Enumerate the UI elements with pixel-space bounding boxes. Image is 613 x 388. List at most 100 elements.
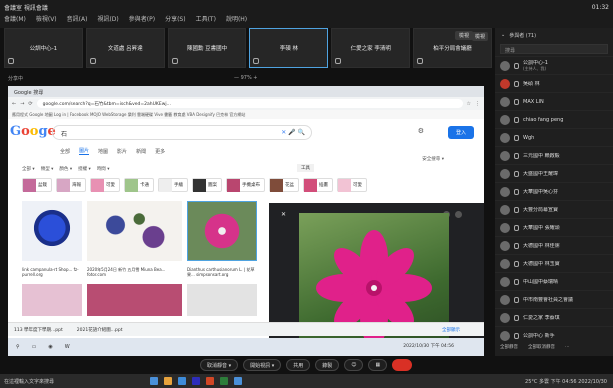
clock: 01:32 — [591, 4, 609, 11]
avatar — [500, 312, 510, 323]
google-logo[interactable]: Googe — [10, 124, 56, 139]
reload-icon[interactable]: ⟳ — [28, 101, 32, 107]
reactions-button[interactable]: ☺ — [344, 359, 364, 371]
end-meeting-button[interactable] — [392, 359, 413, 371]
apps-button[interactable]: ▦ — [368, 359, 388, 371]
search-query: 石 — [61, 131, 68, 138]
avatar — [500, 204, 510, 215]
search-tabs: 全部 圖片 地圖 影片 新聞 更多 — [8, 145, 484, 157]
app-icon[interactable] — [220, 377, 228, 385]
participants-panel: 檢視 ⌄ 參與者 (71) 搜尋 公訓中心-1 (主持人、我) 吳碩 林 MAX … — [455, 28, 613, 356]
avatar — [500, 294, 510, 305]
google-search-input[interactable]: 石 ✕ 🎤 🔍 — [52, 125, 312, 140]
tab-more[interactable]: 更多 — [155, 148, 165, 155]
tile-name: 柏平分局會議廳 — [433, 46, 472, 52]
tab-all[interactable]: 全部 — [60, 148, 70, 155]
mic-icon — [514, 62, 519, 69]
search-icons[interactable]: ✕ 🎤 🔍 — [281, 129, 305, 136]
system-tray[interactable]: 25°C 多雲 下午 04:56 2022/10/30 — [525, 378, 607, 385]
participant-row[interactable]: 三元國中 賴啟毅 — [495, 146, 613, 164]
menu-bar: 會議(M) 檢視(V) 音訊(A) 視訊(D) 參與者(P) 分享(S) 工具(… — [4, 14, 247, 23]
menu-share[interactable]: 分享(S) — [165, 14, 186, 23]
record-button[interactable]: 錄製 — [315, 359, 340, 371]
menu-tools[interactable]: 工具(T) — [196, 14, 216, 23]
avatar — [500, 186, 510, 197]
mic-icon — [514, 314, 519, 321]
participant-row[interactable]: 大德國中 林佳霈 — [495, 236, 613, 254]
participants-title: 參與者 (71) — [509, 32, 537, 39]
taskbar-search[interactable]: 在這裡輸入文字來搜尋 — [4, 378, 54, 385]
browser-tab[interactable]: Google 搜尋 — [8, 86, 484, 97]
tab-maps[interactable]: 地圖 — [98, 148, 108, 155]
view-button[interactable]: 檢視 — [471, 32, 488, 41]
video-tile[interactable]: 柏平分局會議廳 檢視 — [413, 28, 492, 68]
menu-help[interactable]: 說明(H) — [226, 14, 247, 23]
bookmarks-bar[interactable]: 應用程式 Google 地圖 Log in | Facebook MOJO We… — [8, 110, 484, 119]
app-icon[interactable] — [192, 377, 200, 385]
mic-icon — [514, 152, 519, 159]
participant-row[interactable]: 大豐分局幕宣寶 — [495, 200, 613, 218]
app-icon[interactable] — [164, 377, 172, 385]
tab-news[interactable]: 新聞 — [136, 148, 146, 155]
zoom-level[interactable]: — 97% + — [234, 75, 257, 81]
participant-row[interactable]: 中山國中蔡瑞晴 — [495, 272, 613, 290]
app-icon[interactable] — [206, 377, 214, 385]
extension-icon[interactable]: ⋮ — [475, 101, 480, 107]
participant-row[interactable]: chiao fang peng — [495, 110, 613, 128]
participant-row[interactable]: 公訓中心-1 (主持人、我) — [495, 56, 613, 74]
participant-row[interactable]: Wgh — [495, 128, 613, 146]
video-tile[interactable]: 仁愛之家 李清明 — [331, 28, 411, 68]
app-icon[interactable] — [150, 377, 158, 385]
unmute-all-button[interactable]: 全部取消靜音 — [528, 344, 555, 350]
video-tile[interactable]: 公訓中心-1 — [4, 28, 83, 68]
menu-participants[interactable]: 參與者(P) — [129, 14, 155, 23]
participant-row[interactable]: 中市南豐會社員之會議 — [495, 290, 613, 308]
mic-icon — [514, 260, 519, 267]
mic-icon — [514, 278, 519, 285]
mute-all-button[interactable]: 全部靜音 — [500, 344, 518, 350]
menu-view[interactable]: 檢視(V) — [36, 14, 57, 23]
app-icon[interactable] — [178, 377, 186, 385]
mic-off-icon — [171, 58, 178, 64]
video-tile[interactable]: 文道處 呂昇達 — [85, 28, 165, 68]
gear-icon[interactable]: ⚙ — [418, 127, 424, 135]
participant-row[interactable]: 大盛國中王耀瑋 — [495, 164, 613, 182]
participant-row[interactable]: 大華國中吳心芬 — [495, 182, 613, 200]
avatar — [500, 132, 510, 143]
mic-off-icon — [89, 58, 96, 64]
participant-row[interactable]: 吳碩 林 — [495, 74, 613, 92]
app-icon[interactable] — [234, 377, 242, 385]
chevron-down-icon[interactable]: ⌄ — [501, 32, 505, 38]
video-tiles-row: 公訓中心-1 文道處 呂昇達 陳國勳 豆書國中 李碩 林 仁愛之家 李清明 柏平… — [4, 28, 492, 68]
video-tile[interactable]: 陳國勳 豆書國中 — [167, 28, 247, 68]
star-icon[interactable]: ☆ — [467, 101, 471, 107]
sign-in-button[interactable]: 登入 — [447, 126, 474, 139]
url-field[interactable]: google.com/search?q=石竹&tbm=isch&ved=2ahU… — [36, 99, 463, 108]
more-button[interactable]: … — [565, 344, 570, 350]
avatar — [500, 258, 510, 269]
unmute-button[interactable]: 取消靜音 ▾ — [200, 359, 239, 371]
avatar — [500, 114, 510, 125]
expand-button[interactable]: 檢視 — [455, 31, 474, 40]
menu-meeting[interactable]: 會議(M) — [4, 14, 26, 23]
mic-icon — [514, 134, 519, 141]
participant-row[interactable]: 大華國中 張耀頭 — [495, 218, 613, 236]
mic-icon — [514, 332, 519, 339]
tile-name: 仁愛之家 李清明 — [350, 46, 391, 52]
menu-audio[interactable]: 音訊(A) — [67, 14, 88, 23]
participant-row[interactable]: 仁愛之家 李蔡琪 — [495, 308, 613, 326]
participant-row[interactable]: 公訓中心 新手 — [495, 326, 613, 344]
back-icon[interactable]: ← — [12, 101, 16, 107]
participant-row[interactable]: 大德國中 林玉寶 — [495, 254, 613, 272]
forward-icon[interactable]: → — [20, 101, 24, 107]
video-tile-active-speaker[interactable]: 李碩 林 — [249, 28, 329, 68]
window-title: 會議室 視訊會議 — [4, 5, 48, 12]
start-video-button[interactable]: 開始視訊 ▾ — [243, 359, 282, 371]
avatar — [500, 96, 510, 107]
participant-row[interactable]: MAX LIN — [495, 92, 613, 110]
tab-videos[interactable]: 影片 — [117, 148, 127, 155]
share-screen-button[interactable]: 共用 — [286, 359, 311, 371]
menu-video[interactable]: 視訊(D) — [97, 14, 118, 23]
tab-images[interactable]: 圖片 — [79, 147, 90, 155]
participant-search-input[interactable]: 搜尋 — [500, 44, 608, 54]
